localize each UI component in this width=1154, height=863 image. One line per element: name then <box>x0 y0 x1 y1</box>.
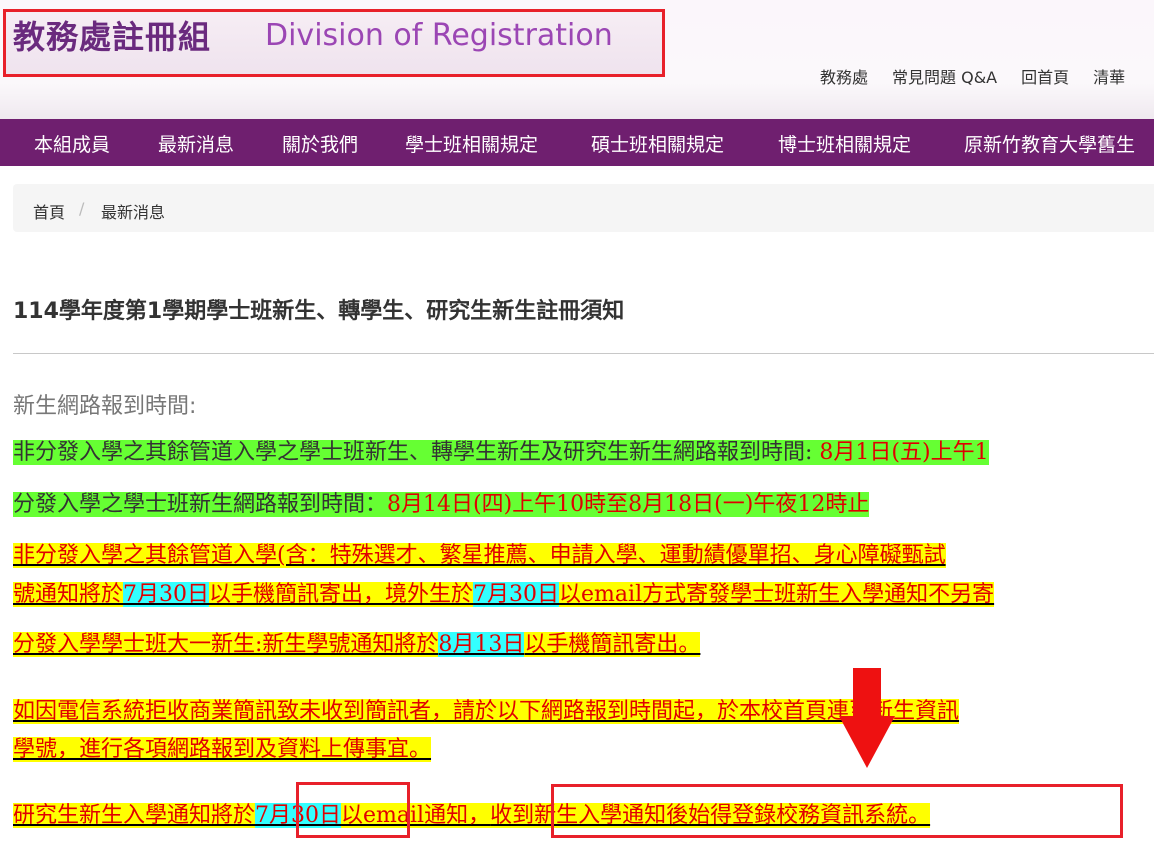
nav-item-phd-rules[interactable]: 博士班相關規定 <box>778 130 911 157</box>
annotation-box-date <box>296 782 410 838</box>
notice-4-part-b: 以手機簡訊寄出，境外生於 <box>209 582 474 607</box>
notice-2-date: 8月14日(四)上午10時至8月18日(一)午夜12時止 <box>387 492 870 517</box>
notice-1-date: 8月1日(五)上午1 <box>819 440 989 465</box>
notice-4-date-2: 7月30日 <box>473 582 560 607</box>
nav-item-about[interactable]: 關於我們 <box>282 130 358 157</box>
notice-5-date: 8月13日 <box>438 632 525 657</box>
notice-line-6: 如因電信系統拒收商業簡訊致未收到簡訊者，請於以下網路報到時間起，於本校首頁連至新… <box>13 695 960 728</box>
nav-item-bachelor-rules[interactable]: 學士班相關規定 <box>405 130 538 157</box>
annotation-arrow-shaft <box>853 668 881 718</box>
top-links: 教務處 常見問題 Q&A 回首頁 清華 <box>820 64 1149 88</box>
breadcrumb-home[interactable]: 首頁 <box>33 199 65 223</box>
notice-line-7: 學號，進行各項網路報到及資料上傳事宜。 <box>13 733 432 766</box>
notice-4-part-a: 號通知將於 <box>13 582 124 607</box>
notice-5-part-b: 以手機簡訊寄出。 <box>524 632 701 657</box>
nav-item-news[interactable]: 最新消息 <box>158 130 234 157</box>
notice-4-part-c: 以email方式寄發學士班新生入學通知不另寄 <box>559 582 995 607</box>
breadcrumb-separator: / <box>79 199 85 218</box>
annotation-arrow-down-icon <box>839 716 895 768</box>
breadcrumb: 首頁 / 最新消息 <box>13 184 1154 232</box>
notice-8-part-a: 研究生新生入學通知將於 <box>13 803 256 828</box>
section-label: 新生網路報到時間: <box>13 394 197 419</box>
link-home[interactable]: 回首頁 <box>1021 64 1069 88</box>
notice-line-5: 分發入學學士班大一新生:新生學號通知將於8月13日以手機簡訊寄出。 <box>13 628 701 661</box>
notice-5-part-a: 分發入學學士班大一新生:新生學號通知將於 <box>13 632 439 657</box>
link-academic-affairs[interactable]: 教務處 <box>820 64 868 88</box>
annotation-box-notice <box>551 784 1123 838</box>
nav-item-nhcue-students[interactable]: 原新竹教育大學舊生 <box>964 130 1135 157</box>
nav-item-master-rules[interactable]: 碩士班相關規定 <box>591 130 724 157</box>
notice-2-text: 分發入學之學士班新生網路報到時間： <box>13 492 388 517</box>
site-title-chinese[interactable]: 教務處註冊組 <box>13 12 211 58</box>
notice-7-text: 學號，進行各項網路報到及資料上傳事宜。 <box>13 737 432 762</box>
nav-item-members[interactable]: 本組成員 <box>34 130 110 157</box>
notice-line-3: 非分發入學之其餘管道入學(含：特殊選才、繁星推薦、申請入學、運動績優單招、身心障… <box>13 539 946 572</box>
notice-line-1: 非分發入學之其餘管道入學之學士班新生、轉學生新生及研究生新生網路報到時間: 8月… <box>13 436 989 469</box>
notice-line-2: 分發入學之學士班新生網路報到時間：8月14日(四)上午10時至8月18日(一)午… <box>13 488 870 521</box>
link-nthu[interactable]: 清華 <box>1093 64 1125 88</box>
notice-3-text: 非分發入學之其餘管道入學(含：特殊選才、繁星推薦、申請入學、運動績優單招、身心障… <box>13 543 946 568</box>
article-title: 114學年度第1學期學士班新生、轉學生、研究生新生註冊須知 <box>13 299 625 324</box>
main-nav: 本組成員 最新消息 關於我們 學士班相關規定 碩士班相關規定 博士班相關規定 原… <box>0 119 1154 166</box>
notice-6-text: 如因電信系統拒收商業簡訊致未收到簡訊者，請於以下網路報到時間起，於本校首頁連至新… <box>13 699 960 724</box>
notice-1-text: 非分發入學之其餘管道入學之學士班新生、轉學生新生及研究生新生網路報到時間: <box>13 440 820 465</box>
site-header: 教務處註冊組 Division of Registration 教務處 常見問題 … <box>0 0 1154 119</box>
title-divider <box>13 353 1154 354</box>
link-faq[interactable]: 常見問題 Q&A <box>892 64 997 88</box>
site-title-english[interactable]: Division of Registration <box>265 18 613 53</box>
breadcrumb-current: 最新消息 <box>101 203 166 222</box>
notice-line-4: 號通知將於7月30日以手機簡訊寄出，境外生於7月30日以email方式寄發學士班… <box>13 578 995 611</box>
notice-4-date-1: 7月30日 <box>123 582 210 607</box>
